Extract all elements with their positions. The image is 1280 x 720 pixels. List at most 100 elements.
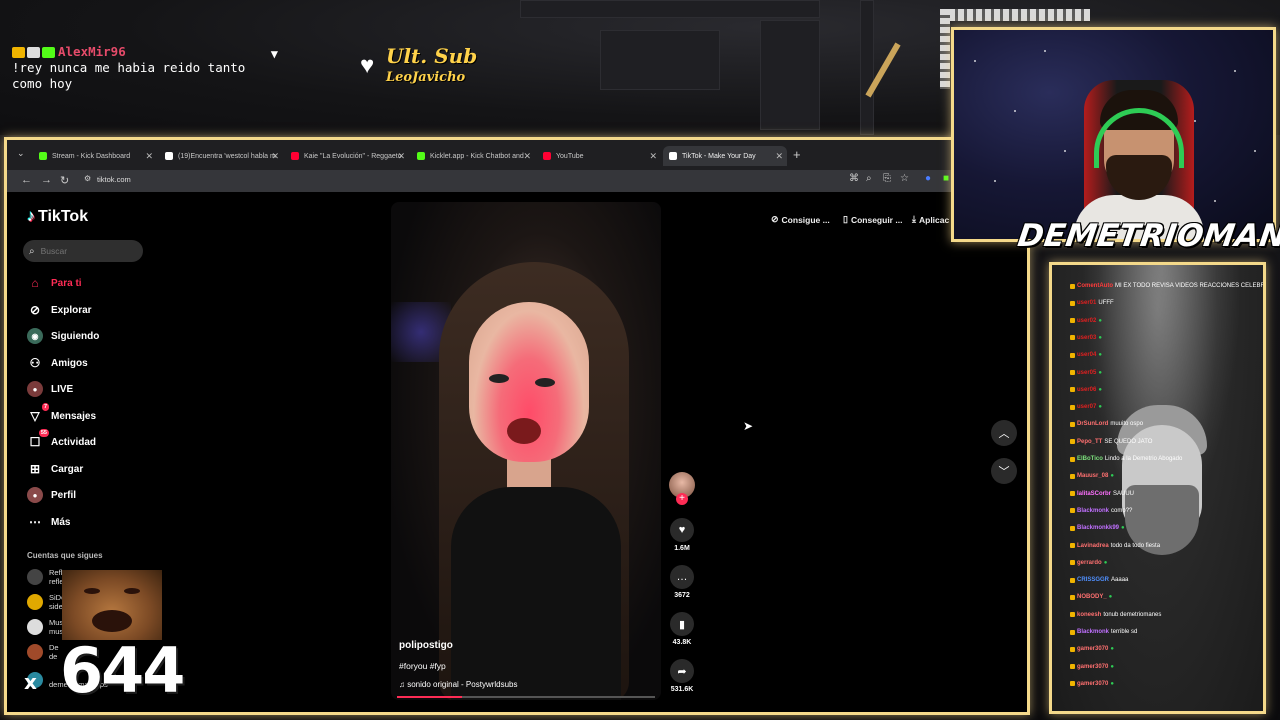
decorative-strip <box>940 9 950 89</box>
chat-badge-icon <box>1070 421 1075 427</box>
site-info-icon[interactable]: ⚙ <box>84 174 91 183</box>
zoom-icon[interactable]: ⌕ <box>866 173 872 184</box>
sidebar-item-perfil[interactable]: ● Perfil <box>27 486 76 504</box>
new-tab-button[interactable]: + <box>793 147 801 162</box>
chat-line: gamer3070 ● <box>1070 646 1114 652</box>
live-icon: ● <box>27 381 43 397</box>
video-progress-bar[interactable] <box>397 696 655 698</box>
close-tab-icon[interactable]: ✕ <box>649 151 657 162</box>
sidebar-item-mensajes[interactable]: ▽ 7 Mensajes <box>27 403 97 425</box>
tab-tiktok-active[interactable]: TikTok - Make Your Day ✕ <box>663 146 787 166</box>
chat-username: user03 <box>1077 334 1097 341</box>
following-icon: ◉ <box>27 328 43 344</box>
following-account[interactable]: Mus mus <box>27 617 63 637</box>
profile-extension-icon[interactable]: ● <box>925 173 931 184</box>
chat-line: Pepo_TT SE QUEDO JATO <box>1070 439 1152 445</box>
chat-badge-icon <box>1070 508 1075 514</box>
crown-icon <box>12 47 25 58</box>
following-account[interactable]: Refl refle <box>27 567 64 587</box>
install-icon[interactable]: ⎘ <box>883 173 891 184</box>
chat-text: ● <box>1098 317 1102 324</box>
stream-overlay: AlexMir96 ▼ !rey nunca me habia reido ta… <box>0 0 1280 720</box>
close-tab-icon[interactable]: ✕ <box>775 151 783 162</box>
sidebar-item-label: Mensajes <box>51 410 97 422</box>
tab-youtube-reggaeton[interactable]: Kaie "La Evolución" - Reggaeto ✕ <box>285 146 409 166</box>
close-tab-icon[interactable]: ✕ <box>523 151 531 162</box>
sidebar-item-mas[interactable]: ⋯ Más <box>27 513 70 531</box>
sidebar-item-amigos[interactable]: ⚇ Amigos <box>27 354 88 372</box>
chat-badge-icon <box>1070 300 1075 306</box>
chat-badge-icon <box>1070 664 1075 670</box>
chat-line: user02 ● <box>1070 318 1102 324</box>
reload-icon[interactable]: ↻ <box>60 174 69 187</box>
chat-username: NOBODY_ <box>1077 594 1107 601</box>
avatar <box>27 594 43 610</box>
tab-label: YouTube <box>556 152 584 160</box>
video-sound[interactable]: ♫ sonido original - Postywrldsubs <box>399 680 518 689</box>
tab-label: TikTok - Make Your Day <box>682 152 756 160</box>
chat-badge-icon <box>1070 646 1075 652</box>
tiktok-logo[interactable]: ♪ TikTok <box>27 208 88 226</box>
meme-mouth <box>92 610 132 632</box>
share-button[interactable]: ➦ <box>670 659 694 683</box>
close-tab-icon[interactable]: ✕ <box>271 151 279 162</box>
tab-kick-dashboard[interactable]: Stream - Kick Dashboard ✕ <box>33 146 157 166</box>
tiktok-favicon-icon <box>669 152 677 160</box>
search-input[interactable] <box>40 246 121 256</box>
save-button[interactable]: ▮ <box>670 612 694 636</box>
app-download-button[interactable]: ⤓ Aplicac <box>912 214 949 225</box>
sidebar-item-label: Actividad <box>51 436 97 448</box>
chat-username: CRISSGGR <box>1077 577 1110 584</box>
chat-badge-icon <box>1070 439 1075 445</box>
chat-line: user05 ● <box>1070 370 1102 376</box>
kick-extension-icon[interactable]: ■ <box>943 173 949 184</box>
chat-username: Lavinadrea <box>1077 542 1109 549</box>
tab-tiktok-search[interactable]: (19)Encuentra 'westcol habla m ✕ <box>159 146 283 166</box>
tab-kicklet[interactable]: Kicklet.app - Kick Chatbot and ✕ <box>411 146 535 166</box>
tab-label: Kicklet.app - Kick Chatbot and <box>430 152 524 160</box>
upload-icon: ⊞ <box>29 462 41 476</box>
close-tab-icon[interactable]: ✕ <box>397 151 405 162</box>
tab-search-icon[interactable]: ⌄ <box>17 148 25 159</box>
chat-text: SAUUU <box>1113 490 1135 497</box>
tab-bar: ⌄ Stream - Kick Dashboard ✕ (19)Encuentr… <box>7 140 1027 170</box>
follow-plus-icon[interactable]: + <box>676 493 688 505</box>
sidebar-item-actividad[interactable]: ☐ 55 Actividad <box>27 429 97 451</box>
sidebar-item-siguiendo[interactable]: ◉ Siguiendo <box>27 327 99 345</box>
close-tab-icon[interactable]: ✕ <box>145 151 153 162</box>
following-account[interactable]: SiDe side <box>27 592 65 612</box>
forward-icon[interactable]: → <box>41 174 52 186</box>
next-video-button[interactable]: ﹀ <box>991 458 1017 484</box>
coin-icon: ⊘ <box>771 214 779 224</box>
get-coins-button[interactable]: ⊘ Consigue ... <box>771 214 830 225</box>
chat-text: muuito ospo <box>1110 421 1144 428</box>
mouth <box>507 418 541 444</box>
sidebar-item-explorar[interactable]: ⊘ Explorar <box>27 301 92 319</box>
pinned-chat-message: AlexMir96 ▼ !rey nunca me habia reido ta… <box>12 44 282 92</box>
url-field[interactable]: tiktok.com <box>97 175 131 184</box>
chat-line: gamer3070 ● <box>1070 664 1114 670</box>
bookmark-star-icon[interactable]: ☆ <box>900 173 909 184</box>
sidebar-item-live[interactable]: ● LIVE <box>27 380 73 398</box>
search-box[interactable]: ⌕ <box>23 240 143 262</box>
video-username[interactable]: polipostigo <box>399 640 453 651</box>
chat-text: como?? <box>1111 507 1133 514</box>
get-app-button[interactable]: ▯ Conseguir ... <box>843 214 902 225</box>
bearded-mascot-logo <box>1107 405 1217 565</box>
video-player[interactable]: polipostigo #foryou #fyp ♫ sonido origin… <box>391 202 661 700</box>
sidebar-item-cargar[interactable]: ⊞ Cargar <box>27 460 83 478</box>
chat-username: user07 <box>1077 404 1097 411</box>
chat-line: user06 ● <box>1070 387 1102 393</box>
video-hashtags[interactable]: #foryou #fyp <box>399 661 446 671</box>
like-button[interactable]: ♥ <box>670 518 694 542</box>
back-icon[interactable]: ← <box>21 174 32 186</box>
previous-video-button[interactable]: ︿ <box>991 420 1017 446</box>
logo-text: TikTok <box>38 208 89 225</box>
comment-button[interactable]: … <box>670 565 694 589</box>
sidebar-item-para-ti[interactable]: ⌂ Para ti <box>27 274 81 292</box>
sidebar-item-label: Explorar <box>51 304 92 316</box>
tab-youtube[interactable]: YouTube ✕ <box>537 146 661 166</box>
chat-username: koneesh <box>1077 611 1102 618</box>
bookmark-icon: ▮ <box>678 618 686 631</box>
translate-icon[interactable]: ⌘ <box>849 173 859 184</box>
